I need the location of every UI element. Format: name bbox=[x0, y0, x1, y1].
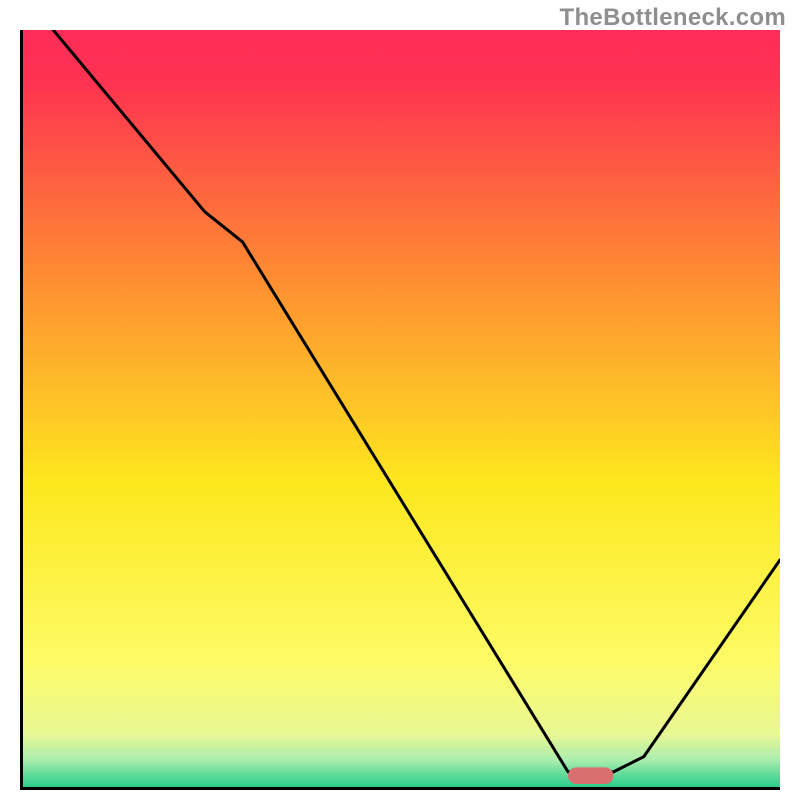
gradient-rect bbox=[23, 30, 780, 787]
chart-svg bbox=[23, 30, 780, 787]
chart-frame: TheBottleneck.com bbox=[0, 0, 800, 800]
watermark-text: TheBottleneck.com bbox=[560, 4, 786, 32]
plot-area bbox=[20, 30, 780, 790]
optimum-marker bbox=[568, 767, 613, 784]
